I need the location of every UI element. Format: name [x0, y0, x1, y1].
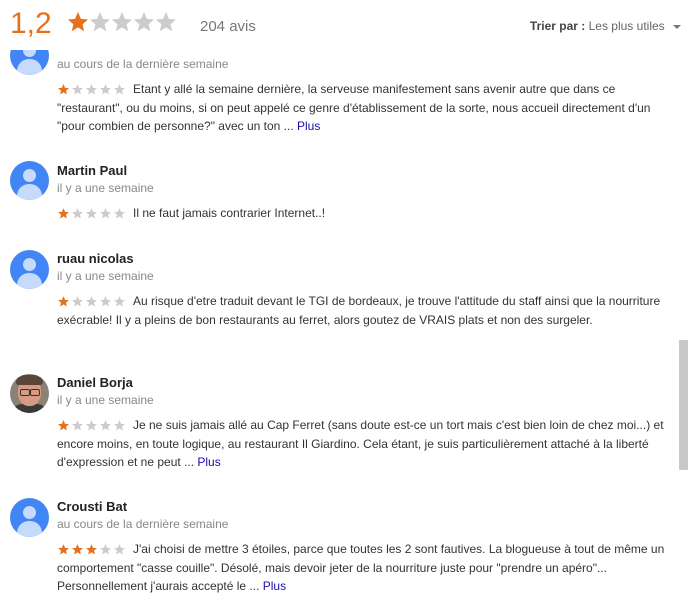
- review-text: Au risque d'etre traduit devant le TGI d…: [57, 294, 661, 327]
- reviews-list[interactable]: au cours de la dernière semaine Etant y …: [0, 0, 678, 610]
- review-text: J'ai choisi de mettre 3 étoiles, parce q…: [57, 542, 665, 593]
- star-empty-icon: [155, 12, 176, 32]
- review-date: au cours de la dernière semaine: [57, 517, 229, 531]
- sort-dropdown[interactable]: Trier par : Les plus utiles: [530, 19, 681, 33]
- reviewer-name[interactable]: Martin Paul: [57, 163, 127, 178]
- review-date: il y a une semaine: [57, 181, 154, 195]
- star-empty-icon: [89, 12, 110, 32]
- reviewer-name[interactable]: Crousti Bat: [57, 499, 127, 514]
- more-link[interactable]: Plus: [263, 579, 286, 593]
- review-text: Etant y allé la semaine dernière, la ser…: [57, 82, 651, 133]
- star-empty-icon: [111, 12, 132, 32]
- sort-value: Les plus utiles: [588, 19, 665, 33]
- review-text: Il ne faut jamais contrarier Internet..!: [133, 206, 326, 220]
- star-filled-icon: [67, 12, 88, 32]
- more-link[interactable]: Plus: [297, 119, 320, 133]
- reviewer-name[interactable]: ruau nicolas: [57, 251, 134, 266]
- review-count[interactable]: 204 avis: [200, 18, 256, 35]
- reviewer-name[interactable]: Daniel Borja: [57, 375, 133, 390]
- person-icon[interactable]: [10, 161, 49, 200]
- scrollbar-thumb[interactable]: [679, 340, 688, 470]
- review-date: il y a une semaine: [57, 393, 154, 407]
- average-rating: 1,2: [10, 7, 52, 40]
- review-text: Je ne suis jamais allé au Cap Ferret (sa…: [57, 418, 664, 469]
- chevron-down-icon: [673, 24, 681, 29]
- star-empty-icon: [133, 12, 154, 32]
- profile-photo[interactable]: [10, 374, 49, 413]
- person-icon[interactable]: [10, 250, 49, 289]
- scrollbar-track[interactable]: [679, 50, 689, 610]
- sort-label: Trier par :: [529, 19, 586, 33]
- average-stars: [66, 10, 176, 38]
- person-icon[interactable]: [10, 498, 49, 537]
- rating-header: 1,2 204 avis Trier par : Les plus utiles: [0, 0, 693, 50]
- more-link[interactable]: Plus: [197, 455, 220, 469]
- review-date: au cours de la dernière semaine: [57, 57, 229, 71]
- review-date: il y a une semaine: [57, 269, 154, 283]
